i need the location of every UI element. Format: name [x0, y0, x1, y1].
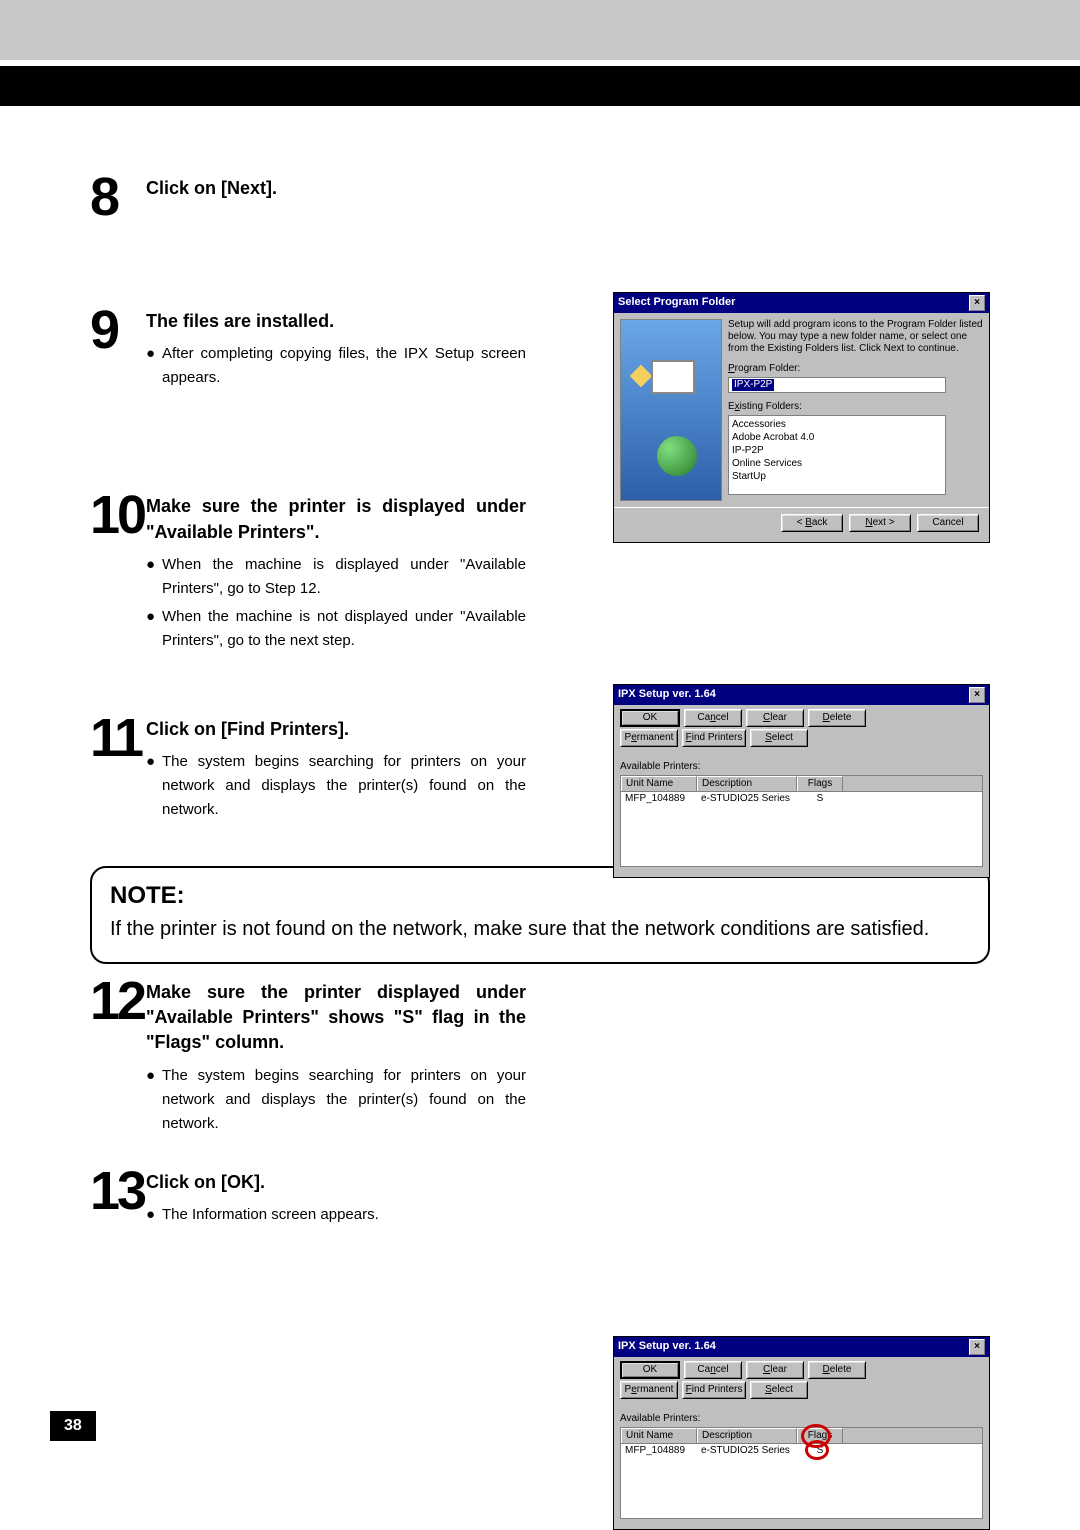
delete-button[interactable]: Delete [808, 1361, 866, 1379]
bullet-icon: ● [146, 553, 162, 601]
col-unit-name[interactable]: Unit Name [621, 1428, 697, 1443]
back-button[interactable]: < Back [781, 514, 843, 532]
list-item[interactable]: Accessories [732, 418, 942, 431]
close-icon[interactable]: × [969, 1339, 985, 1355]
available-printers-label: Available Printers: [620, 761, 983, 773]
dialog-intro-text: Setup will add program icons to the Prog… [728, 319, 983, 355]
bullet-text: After completing copying files, the IPX … [162, 342, 526, 390]
program-folder-input[interactable]: IPX-P2P [728, 377, 946, 393]
select-button[interactable]: Select [750, 1381, 808, 1399]
bullet-icon: ● [146, 342, 162, 390]
bullet-text: When the machine is not displayed under … [162, 605, 526, 653]
next-button[interactable]: Next > [849, 514, 911, 532]
step-12: 12 Make sure the printer displayed under… [90, 980, 990, 1140]
dialog-titlebar: Select Program Folder × [614, 293, 989, 313]
dialog-title: IPX Setup ver. 1.64 [618, 688, 716, 701]
bullet-text: The system begins searching for printers… [162, 1064, 526, 1136]
cell-flags: S [797, 793, 843, 805]
step-number: 8 [90, 176, 146, 219]
cancel-button[interactable]: Cancel [684, 709, 742, 727]
note-title: NOTE: [110, 882, 970, 910]
col-description[interactable]: Description [697, 776, 797, 791]
step-number: 9 [90, 309, 146, 352]
dialog-ipx-setup-1: IPX Setup ver. 1.64 × OK Cancel Clear De… [613, 684, 990, 878]
bullet-text: When the machine is displayed under "Ava… [162, 553, 526, 601]
delete-button[interactable]: Delete [808, 709, 866, 727]
page-number: 38 [50, 1411, 96, 1441]
available-printers-list[interactable]: Unit Name Description Flags MFP_104889 e… [620, 775, 983, 867]
col-unit-name[interactable]: Unit Name [621, 776, 697, 791]
ok-button[interactable]: OK [620, 1361, 680, 1379]
note-box: NOTE: If the printer is not found on the… [90, 866, 990, 964]
list-item[interactable]: IP-P2P [732, 444, 942, 457]
cell-unit-name: MFP_104889 [621, 1445, 697, 1457]
page-content: 8 Click on [Next]. 9 The files are insta… [0, 106, 1080, 1471]
ok-button[interactable]: OK [620, 709, 680, 727]
step-number: 13 [90, 1170, 146, 1213]
dialog-ipx-setup-2: IPX Setup ver. 1.64 × OK Cancel Clear De… [613, 1336, 990, 1530]
step-13: 13 Click on [OK]. ●The Information scree… [90, 1170, 990, 1231]
step-heading: Click on [Find Printers]. [146, 717, 526, 742]
bullet-icon: ● [146, 605, 162, 653]
list-header: Unit Name Description Flags [621, 776, 982, 792]
cancel-button[interactable]: Cancel [684, 1361, 742, 1379]
program-folder-label: rogram Folder: [735, 363, 801, 374]
existing-folders-listbox[interactable]: Accessories Adobe Acrobat 4.0 IP-P2P Onl… [728, 415, 946, 495]
page-header-black [0, 66, 1080, 106]
cell-description: e-STUDIO25 Series [697, 793, 797, 805]
dialog-title: IPX Setup ver. 1.64 [618, 1340, 716, 1353]
list-item[interactable]: Adobe Acrobat 4.0 [732, 431, 942, 444]
cancel-button[interactable]: Cancel [917, 514, 979, 532]
list-item[interactable]: Online Services [732, 457, 942, 470]
permanent-button[interactable]: Permanent [620, 729, 678, 747]
step-number: 11 [90, 717, 146, 760]
dialog-titlebar: IPX Setup ver. 1.64 × [614, 685, 989, 705]
bullet-text: The system begins searching for printers… [162, 750, 526, 822]
select-button[interactable]: Select [750, 729, 808, 747]
note-text: If the printer is not found on the netwo… [110, 914, 970, 944]
step-number: 10 [90, 494, 146, 537]
bullet-icon: ● [146, 1203, 162, 1227]
step-heading: Click on [OK]. [146, 1170, 526, 1195]
page-header-gray [0, 0, 1080, 60]
step-heading: Make sure the printer displayed under "A… [146, 980, 526, 1056]
bullet-icon: ● [146, 750, 162, 822]
cell-description: e-STUDIO25 Series [697, 1445, 797, 1457]
find-printers-button[interactable]: Find Printers [682, 729, 746, 747]
step-heading: Make sure the printer is displayed under… [146, 494, 526, 544]
dialog-select-program-folder: Select Program Folder × Setup will add p… [613, 292, 990, 543]
available-printers-list[interactable]: Unit Name Description Flags MFP_104889 e… [620, 1427, 983, 1519]
step-heading: Click on [Next]. [146, 176, 526, 201]
list-row[interactable]: MFP_104889 e-STUDIO25 Series S [621, 792, 982, 806]
dialog-title: Select Program Folder [618, 296, 735, 309]
steps-area-2: 12 Make sure the printer displayed under… [50, 980, 1030, 1231]
available-printers-label: Available Printers: [620, 1413, 983, 1425]
permanent-button[interactable]: Permanent [620, 1381, 678, 1399]
col-description[interactable]: Description [697, 1428, 797, 1443]
step-number: 12 [90, 980, 146, 1023]
bullet-icon: ● [146, 1064, 162, 1136]
clear-button[interactable]: Clear [746, 709, 804, 727]
col-flags[interactable]: Flags [797, 776, 843, 791]
cell-unit-name: MFP_104889 [621, 793, 697, 805]
close-icon[interactable]: × [969, 295, 985, 311]
close-icon[interactable]: × [969, 687, 985, 703]
list-item[interactable]: StartUp [732, 470, 942, 483]
dialog-titlebar: IPX Setup ver. 1.64 × [614, 1337, 989, 1357]
step-8: 8 Click on [Next]. [90, 176, 990, 219]
list-row[interactable]: MFP_104889 e-STUDIO25 Series S [621, 1444, 982, 1458]
existing-folders-label: isting Folders: [740, 401, 802, 412]
clear-button[interactable]: Clear [746, 1361, 804, 1379]
bullet-text: The Information screen appears. [162, 1203, 526, 1227]
program-folder-value: IPX-P2P [732, 379, 774, 391]
find-printers-button[interactable]: Find Printers [682, 1381, 746, 1399]
dialog-setup-icon [620, 319, 722, 501]
red-highlight-flags-value [805, 1440, 829, 1460]
step-heading: The files are installed. [146, 309, 526, 334]
